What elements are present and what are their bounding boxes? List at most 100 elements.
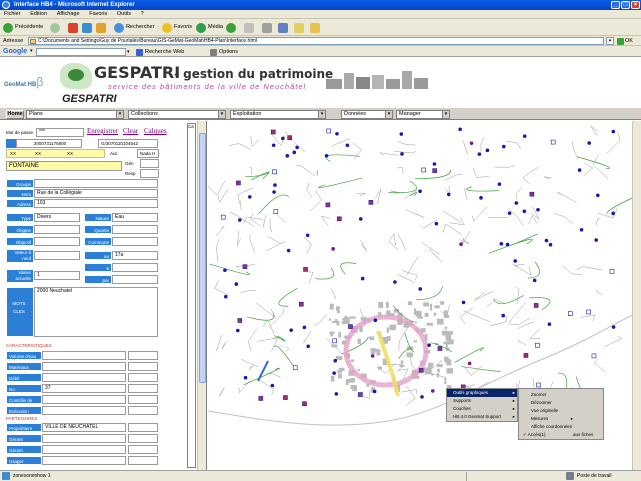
building-marker[interactable] [432, 168, 437, 173]
row-extra-field[interactable] [128, 362, 158, 371]
menu-zoomer[interactable]: Zoomer [519, 391, 603, 399]
fountain-marker[interactable] [332, 371, 336, 375]
fountain-marker[interactable] [295, 145, 299, 150]
fountain-marker[interactable] [418, 189, 422, 193]
building-marker[interactable] [272, 169, 277, 175]
menu-vue-originelle[interactable]: Vue originelle [519, 407, 603, 415]
fountain-marker[interactable] [467, 361, 472, 366]
fountain-marker[interactable] [536, 207, 540, 212]
fountain-marker[interactable] [446, 192, 451, 197]
google-search-dropdown[interactable]: ▾ [127, 48, 133, 56]
building-marker[interactable] [336, 216, 342, 222]
building-marker[interactable] [437, 346, 443, 351]
row-value-field[interactable]: VILLE DE NEUCHATEL [42, 423, 126, 432]
fountain-marker[interactable] [522, 209, 527, 214]
go-button[interactable]: OK [617, 37, 633, 45]
layers-link[interactable]: Calques [144, 127, 167, 135]
clear-link[interactable]: Clear [123, 127, 138, 135]
fountain-marker[interactable] [305, 233, 310, 238]
row-extra-field[interactable] [128, 406, 158, 415]
fountain-marker[interactable] [324, 153, 329, 158]
fountain-marker[interactable] [461, 300, 466, 305]
menu-mesures[interactable]: Mesures ▸ [519, 415, 603, 423]
home-button[interactable] [96, 22, 106, 33]
building-marker[interactable] [418, 368, 424, 373]
fountain-marker[interactable] [223, 294, 228, 299]
fountain-marker[interactable] [370, 354, 375, 358]
row-extra-field[interactable] [128, 456, 158, 465]
fountain-marker[interactable] [420, 395, 424, 399]
fountain-marker[interactable] [286, 248, 291, 253]
menu-file[interactable]: Fichier [0, 10, 25, 19]
password-input[interactable]: *** [36, 128, 84, 137]
quartier-field[interactable] [112, 225, 158, 234]
au-field[interactable]: 17a [112, 251, 158, 260]
fountain-marker[interactable] [236, 328, 240, 333]
building-marker[interactable] [358, 392, 363, 397]
fountain-marker[interactable] [514, 201, 519, 205]
fountain-marker[interactable] [479, 196, 483, 200]
left-panel-scrollbar[interactable] [197, 121, 206, 470]
fountain-marker[interactable] [505, 242, 510, 247]
fountain-marker[interactable] [548, 242, 553, 247]
nav-donnees-select[interactable]: Données ▾ [341, 110, 393, 119]
search-button[interactable]: Rechercher [114, 22, 154, 33]
media-button[interactable]: Média [196, 22, 223, 33]
fountain-marker[interactable] [243, 375, 248, 380]
building-marker[interactable] [536, 382, 541, 388]
nav-manager-select[interactable]: Manager ▾ [396, 110, 450, 119]
object-id-field[interactable]: 2000731175800 [16, 139, 82, 148]
fountain-marker[interactable] [372, 389, 377, 394]
fountain-marker[interactable] [432, 162, 437, 166]
building-marker[interactable] [220, 214, 226, 220]
refresh-button[interactable] [82, 22, 92, 33]
fountain-marker[interactable] [399, 132, 404, 136]
fountain-marker[interactable] [497, 182, 502, 186]
fountain-marker[interactable] [507, 211, 512, 215]
nom-field[interactable]: Rue de la Collégiale [34, 189, 158, 198]
building-marker[interactable] [292, 365, 298, 371]
history-button[interactable] [226, 22, 236, 33]
mots-cles-textarea[interactable]: 2000 Neuchatel [34, 287, 158, 337]
eye-field[interactable] [112, 263, 158, 272]
fountain-marker[interactable] [234, 282, 239, 286]
commune-field[interactable] [112, 237, 158, 246]
menu-outils-graphiques[interactable]: Outils graphiques ▸ [447, 389, 517, 397]
home-nav-button[interactable]: Home [6, 110, 24, 119]
forward-button[interactable] [50, 22, 60, 33]
fountain-marker[interactable] [292, 150, 297, 155]
row-extra-field[interactable] [128, 373, 158, 382]
fountain-marker[interactable] [272, 190, 276, 194]
fountain-marker[interactable] [418, 287, 423, 291]
objectif-field[interactable] [34, 237, 80, 246]
back-button[interactable]: Précédente [3, 22, 43, 33]
fountain-marker[interactable] [273, 183, 277, 187]
type-field[interactable]: Divers [34, 213, 80, 222]
row-value-field[interactable] [42, 373, 126, 382]
nature-field[interactable]: Eau [112, 213, 158, 222]
fountain-marker[interactable] [522, 134, 527, 138]
map-scrollbar[interactable] [632, 121, 641, 470]
fountain-marker[interactable] [611, 129, 616, 134]
menu-view[interactable]: Affichage [53, 10, 84, 19]
fountain-marker[interactable] [430, 389, 435, 393]
building-marker[interactable] [283, 395, 288, 400]
row-value-field[interactable] [42, 351, 126, 360]
menu-favorites[interactable]: Favoris [85, 10, 111, 19]
fountain-marker[interactable] [302, 325, 307, 330]
fountain-marker[interactable] [306, 344, 311, 349]
menu-tools[interactable]: Outils [113, 10, 135, 19]
building-marker[interactable] [287, 135, 293, 140]
fountain-marker[interactable] [513, 259, 517, 263]
building-marker[interactable] [550, 139, 556, 145]
fountain-marker[interactable] [247, 195, 252, 199]
resp-field[interactable] [140, 169, 159, 178]
edit-button[interactable] [278, 22, 288, 33]
google-options-button[interactable]: Options [210, 48, 238, 56]
maximize-button[interactable]: □ [621, 1, 630, 9]
scroll-thumb[interactable] [199, 133, 206, 383]
fountain-marker[interactable] [285, 154, 290, 158]
fountain-marker[interactable] [579, 227, 584, 232]
building-marker[interactable] [591, 353, 597, 359]
menu-help[interactable]: ? [137, 10, 148, 19]
